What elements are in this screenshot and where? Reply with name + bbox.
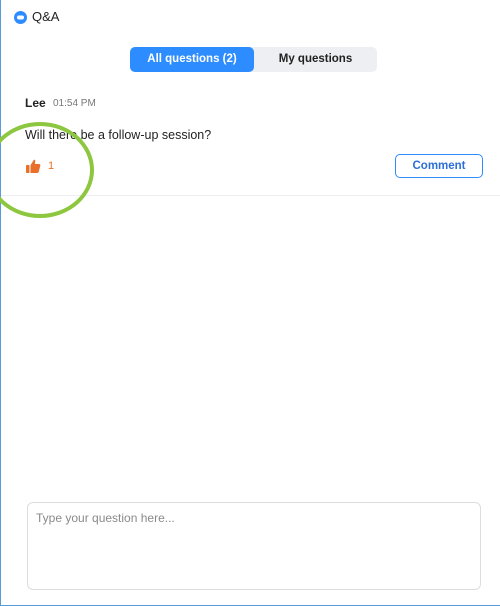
thumbs-up-icon	[26, 159, 41, 173]
question-time: 01:54 PM	[53, 98, 96, 109]
window-title: Q&A	[32, 9, 60, 24]
question-text: Will there be a follow-up session?	[25, 128, 212, 142]
comment-button[interactable]: Comment	[395, 154, 483, 178]
title-bar: Q&A	[1, 0, 500, 34]
divider	[1, 195, 500, 196]
question-input[interactable]	[27, 502, 481, 590]
qa-app-icon	[14, 11, 27, 24]
like-button[interactable]: 1	[25, 158, 54, 174]
question-author: Lee	[25, 96, 46, 110]
qa-window: Q&A All questions (2) My questions Lee 0…	[0, 0, 500, 606]
question-tabs: All questions (2) My questions	[130, 47, 377, 72]
tab-my-questions[interactable]: My questions	[254, 47, 377, 72]
tab-all-questions[interactable]: All questions (2)	[130, 47, 254, 72]
like-count: 1	[48, 160, 55, 172]
